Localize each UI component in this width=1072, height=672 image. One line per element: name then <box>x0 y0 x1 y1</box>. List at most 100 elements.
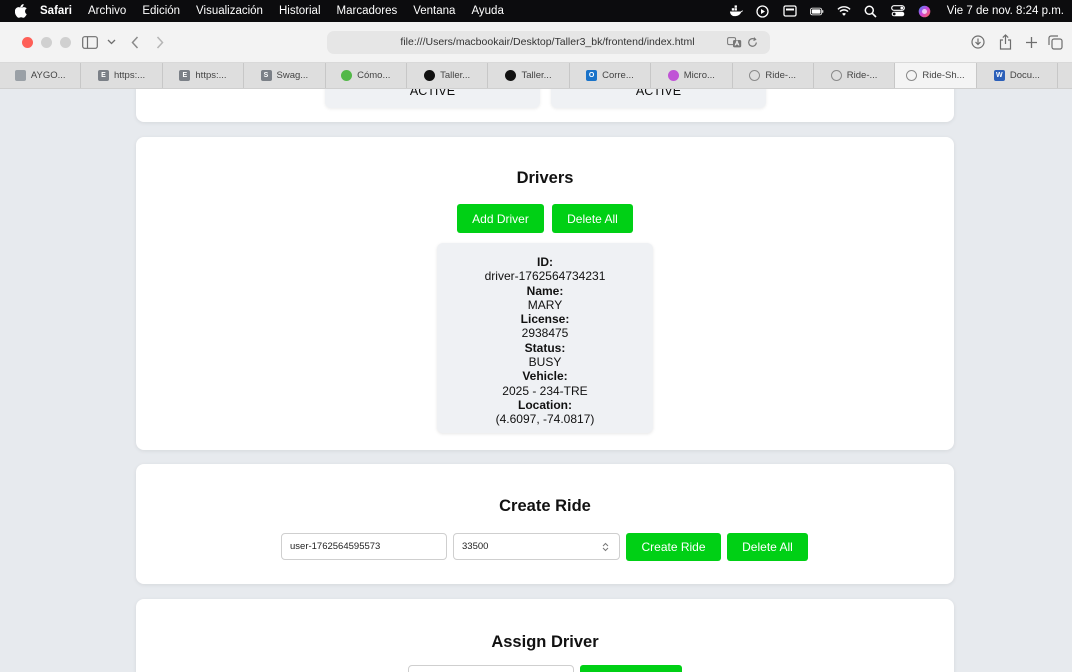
wifi-icon[interactable] <box>837 4 851 18</box>
menu-ayuda[interactable]: Ayuda <box>471 5 503 17</box>
new-tab-icon[interactable] <box>1021 32 1041 52</box>
copilot-icon <box>667 70 679 81</box>
passenger-card: ACTIVE <box>325 89 540 108</box>
tab-13[interactable]: W Docu... <box>977 63 1059 88</box>
menu-archivo[interactable]: Archivo <box>88 5 126 17</box>
outlook-icon: O <box>586 70 598 81</box>
menu-edicion[interactable]: Edición <box>142 5 180 17</box>
tab-8[interactable]: O Corre... <box>570 63 652 88</box>
screen-icon[interactable] <box>783 4 797 18</box>
tab-2[interactable]: Ehttps:... <box>81 63 163 88</box>
tab-3[interactable]: Ehttps:... <box>163 63 245 88</box>
create-ride-title: Create Ride <box>499 497 591 515</box>
minimize-window-button[interactable] <box>41 37 52 48</box>
assign-driver-button[interactable] <box>580 665 682 672</box>
tab-label: Swag... <box>276 70 309 81</box>
driver-vehicle: 2025 - 234-TRE <box>502 383 588 398</box>
tab-9[interactable]: Micro... <box>651 63 733 88</box>
driver-location-label: Location: <box>518 397 572 412</box>
driver-status-label: Status: <box>524 340 566 355</box>
delete-all-rides-button[interactable]: Delete All <box>727 533 808 561</box>
stepper-icon[interactable] <box>601 541 610 552</box>
menu-ventana[interactable]: Ventana <box>413 5 455 17</box>
battery-icon[interactable] <box>809 4 824 18</box>
tab-overview-icon[interactable] <box>1045 32 1065 52</box>
tab-10[interactable]: Ride-... <box>733 63 814 88</box>
e-icon: E <box>98 70 109 81</box>
translate-icon[interactable] <box>727 35 742 50</box>
page-content: ACTIVE ACTIVE Drivers Add Driver Delete … <box>0 89 1072 672</box>
download-icon[interactable] <box>968 32 988 52</box>
forward-icon[interactable] <box>150 32 170 52</box>
chevron-down-icon[interactable] <box>101 32 121 52</box>
user-id-input[interactable]: user-1762564595573 <box>281 533 447 560</box>
create-ride-card: Create Ride user-1762564595573 33500 Cre… <box>136 464 954 584</box>
tab-label: Ride-Sh... <box>922 70 965 81</box>
menu-marcadores[interactable]: Marcadores <box>337 5 398 17</box>
control-center-icon[interactable] <box>890 4 905 18</box>
tab-label: Ride-... <box>846 70 878 81</box>
tab-4[interactable]: S Swag... <box>244 63 326 88</box>
add-driver-button[interactable]: Add Driver <box>457 204 544 233</box>
tab-label: Cómo... <box>357 70 391 81</box>
swagger-icon: S <box>260 70 272 81</box>
delete-all-drivers-button[interactable]: Delete All <box>552 204 633 233</box>
tab-6[interactable]: Taller... <box>407 63 489 88</box>
browser-toolbar: file:///Users/macbookair/Desktop/Taller3… <box>0 22 1072 63</box>
sidebar-toggle-icon[interactable] <box>80 32 100 52</box>
siri-icon[interactable] <box>918 4 932 18</box>
e-icon: E <box>179 70 191 81</box>
driver-license-label: License: <box>520 312 570 327</box>
docker-icon[interactable] <box>729 4 743 18</box>
tab-label: Docu... <box>1009 70 1040 81</box>
tab-5[interactable]: Cómo... <box>326 63 407 88</box>
menu-bar: Safari Archivo Edición Visualización His… <box>0 0 1072 22</box>
github-icon <box>505 70 517 81</box>
drivers-title: Drivers <box>516 169 574 187</box>
assign-driver-card: Assign Driver <box>136 599 954 672</box>
driver-name-label: Name: <box>526 283 564 298</box>
drivers-card: Drivers Add Driver Delete All ID: driver… <box>136 137 954 450</box>
window-controls <box>22 37 71 48</box>
menu-app-name[interactable]: Safari <box>40 5 72 17</box>
maximize-window-button[interactable] <box>60 37 71 48</box>
amount-input[interactable]: 33500 <box>453 533 620 560</box>
menu-visualizacion[interactable]: Visualización <box>196 5 263 17</box>
tab-label: Taller... <box>521 70 552 81</box>
url-text[interactable]: file:///Users/macbookair/Desktop/Taller3… <box>327 31 710 54</box>
passenger-status: ACTIVE <box>635 89 682 98</box>
github-icon <box>424 70 436 81</box>
back-icon[interactable] <box>125 32 145 52</box>
driver-id-label: ID: <box>537 255 553 269</box>
ride-select-input[interactable] <box>408 665 574 672</box>
driver-id: driver-1762564734231 <box>484 269 606 284</box>
passenger-status: ACTIVE <box>409 89 456 98</box>
tab-label: AYGO... <box>30 70 66 81</box>
menu-historial[interactable]: Historial <box>279 5 321 17</box>
clock-text[interactable]: Vie 7 de nov. 8:24 p.m. <box>947 5 1064 17</box>
apple-icon[interactable] <box>14 4 28 18</box>
status-icons: Vie 7 de nov. 8:24 p.m. <box>729 0 1064 22</box>
address-bar[interactable]: file:///Users/macbookair/Desktop/Taller3… <box>327 31 770 54</box>
tab-12[interactable]: Ride-Sh... <box>895 63 977 88</box>
search-icon[interactable] <box>864 4 878 18</box>
driver-name: MARY <box>527 297 563 312</box>
play-circle-icon[interactable] <box>756 4 770 18</box>
driver-item: ID: driver-1762564734231 Name: MARY Lice… <box>437 243 653 433</box>
create-ride-button[interactable]: Create Ride <box>626 533 721 561</box>
close-window-button[interactable] <box>22 37 33 48</box>
driver-location: (4.6097, -74.0817) <box>495 412 595 427</box>
passenger-card: ACTIVE <box>551 89 766 108</box>
tab-label: https:... <box>195 70 227 81</box>
tab-label: https:... <box>114 70 146 81</box>
tab-1[interactable]: AYGO... <box>0 63 82 88</box>
chatgpt-icon <box>341 70 353 81</box>
tab-7[interactable]: Taller... <box>488 63 570 88</box>
driver-status: BUSY <box>528 355 562 370</box>
reload-icon[interactable] <box>745 35 760 50</box>
tab-11[interactable]: Ride-... <box>814 63 896 88</box>
compass-icon <box>906 70 918 81</box>
compass-icon <box>749 70 761 81</box>
share-icon[interactable] <box>995 32 1015 52</box>
tab-label: Corre... <box>602 70 634 81</box>
